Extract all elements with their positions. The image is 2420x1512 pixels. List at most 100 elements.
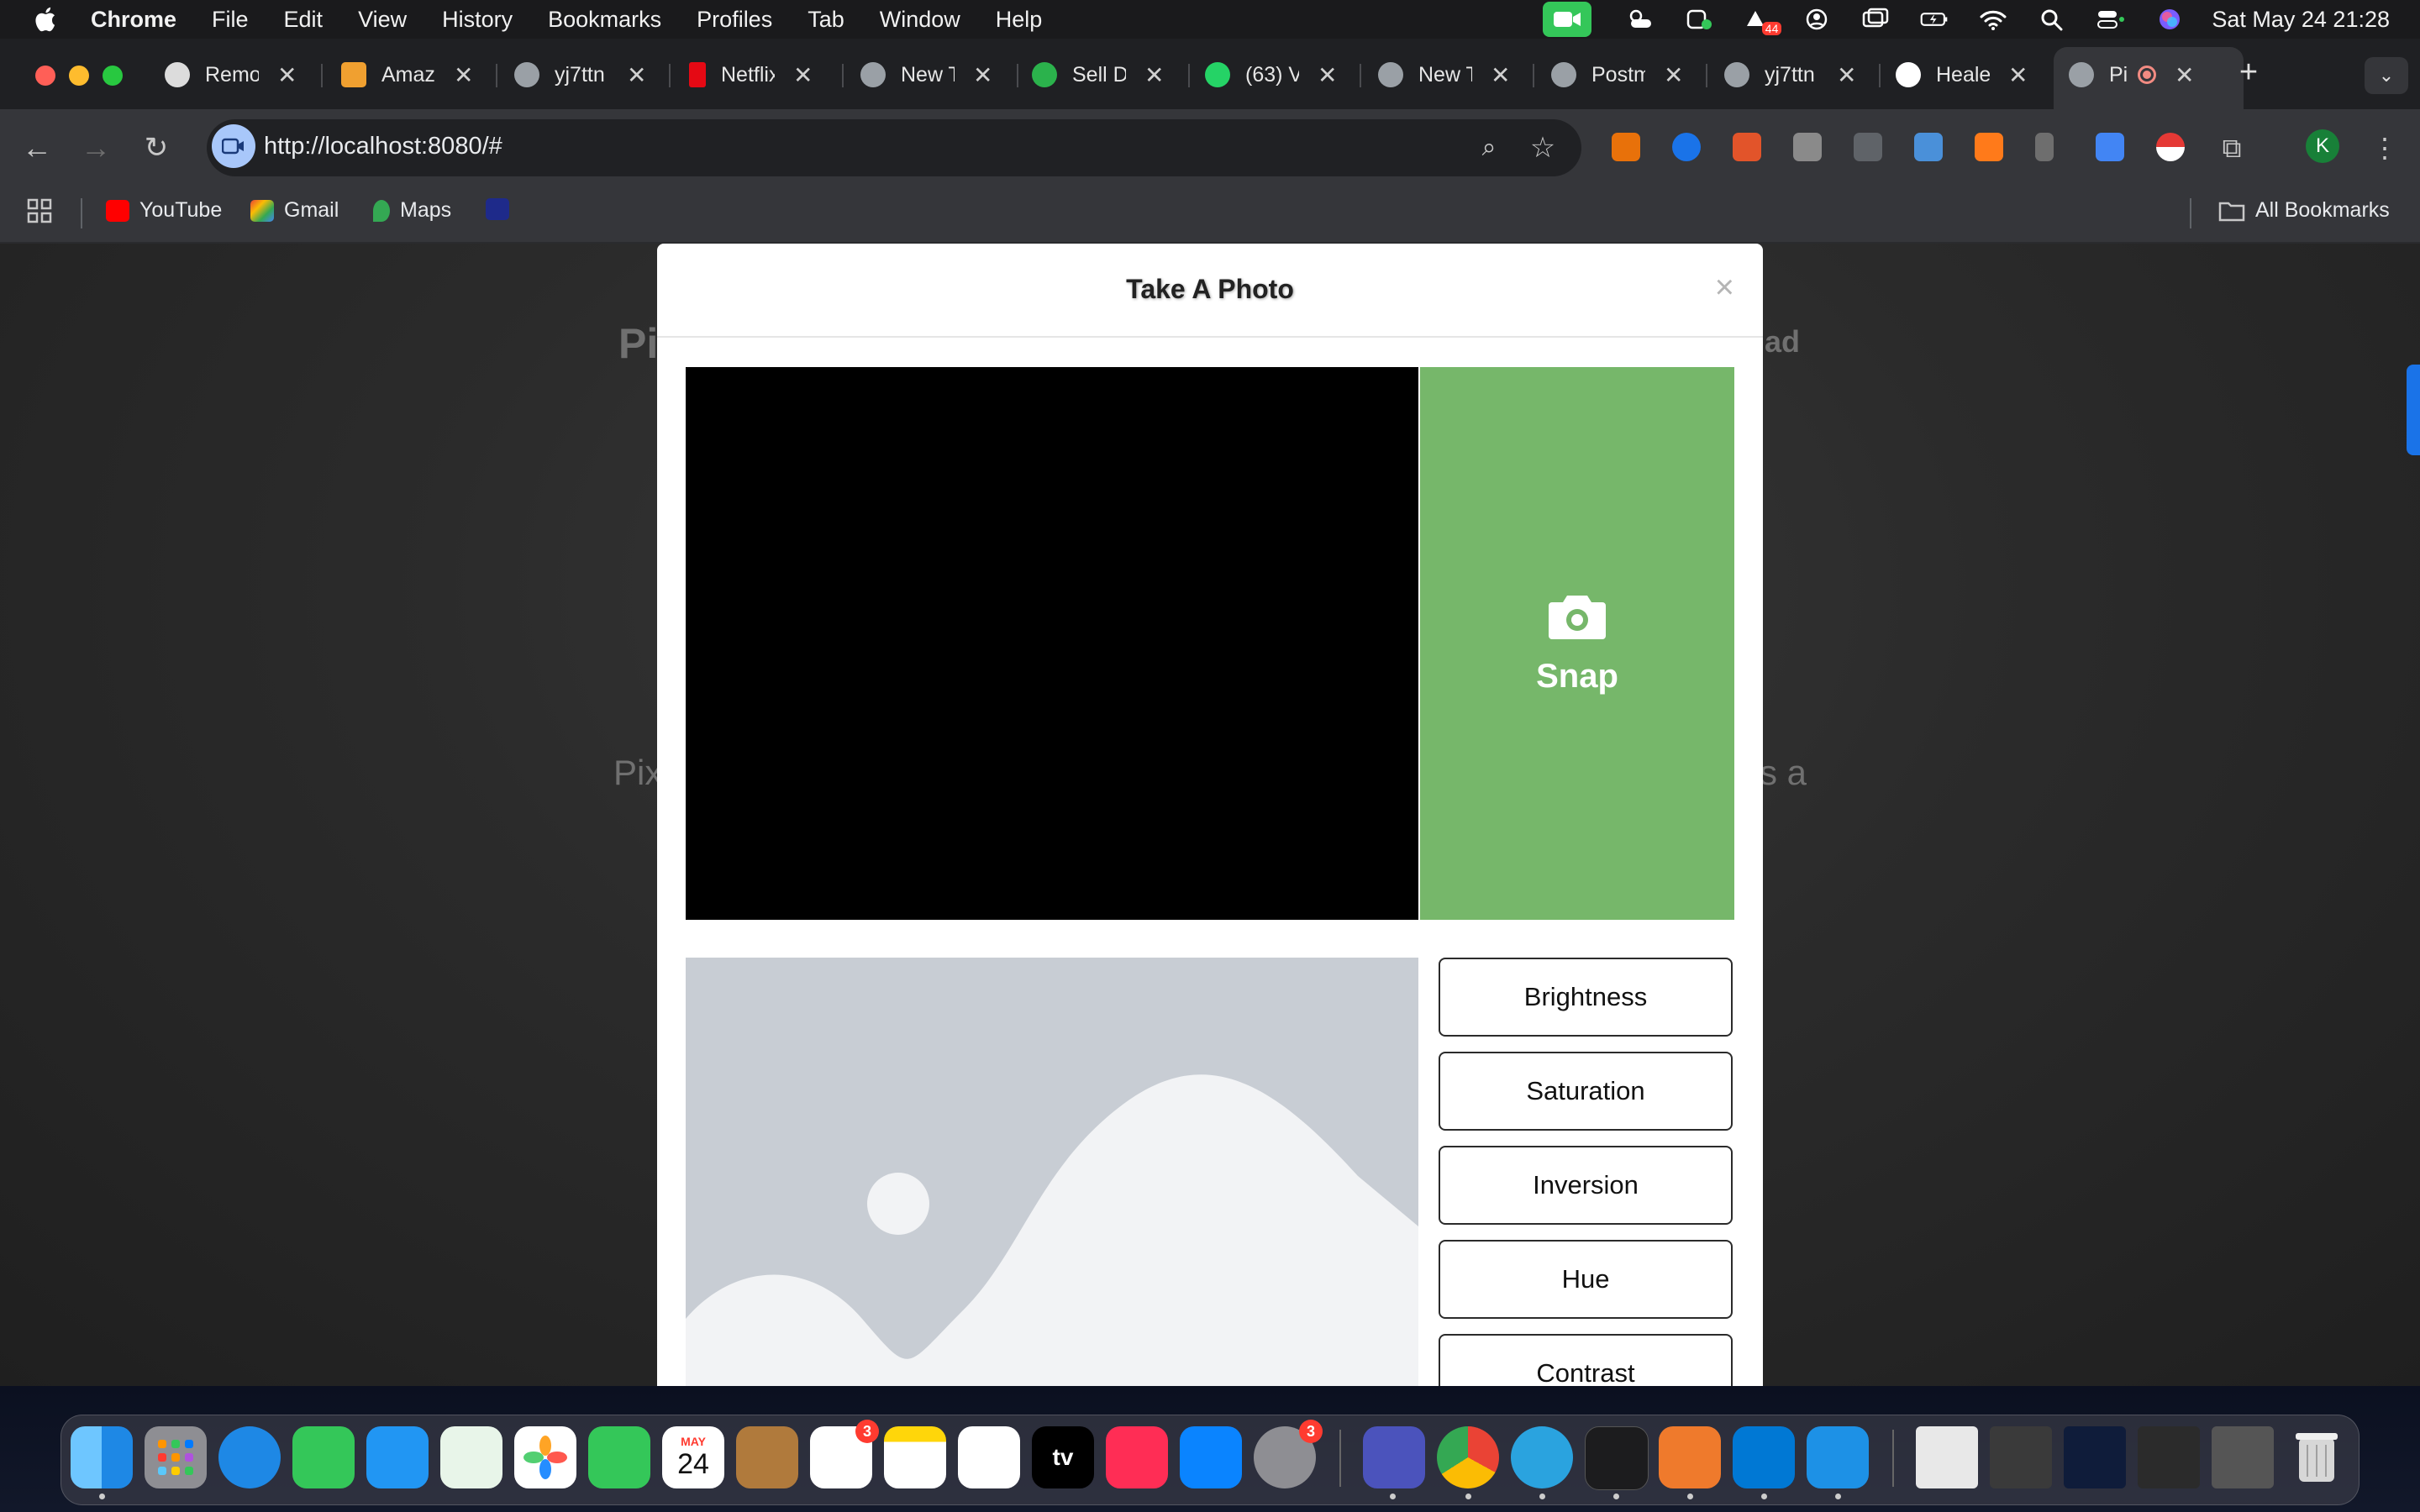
tab-10[interactable]: yj7ttn ✕ [1724,54,1856,96]
maps-icon[interactable] [440,1426,502,1488]
extension-icon[interactable] [1612,133,1640,161]
teams-status-icon[interactable] [1682,7,1716,32]
contrast-button[interactable]: Contrast [1439,1334,1733,1386]
bookmark-youtube[interactable]: YouTube [106,198,222,223]
all-bookmarks-button[interactable]: All Bookmarks [2218,198,2390,223]
menu-file[interactable]: File [212,7,249,33]
close-tab-icon[interactable]: ✕ [1491,61,1510,89]
window-thumbnail-icon[interactable] [1990,1426,2052,1488]
menu-help[interactable]: Help [996,7,1043,33]
camera-in-use-icon[interactable] [212,124,255,168]
bookmark-star-icon[interactable]: ☆ [1526,131,1560,165]
vscode-icon[interactable] [1733,1426,1795,1488]
side-panel-tab[interactable] [2407,365,2420,455]
mail-icon[interactable] [366,1426,429,1488]
chrome-icon[interactable] [1437,1426,1499,1488]
tab-9[interactable]: Postm ✕ [1551,54,1683,96]
user-account-icon[interactable] [1800,7,1833,32]
system-settings-icon[interactable]: 3 [1254,1420,1323,1488]
finder-icon[interactable] [71,1426,133,1488]
tab-5[interactable]: New T ✕ [860,54,992,96]
close-tab-icon[interactable]: ✕ [793,61,813,89]
menu-window[interactable]: Window [880,7,960,33]
zoom-window-button[interactable] [103,66,123,86]
brightness-button[interactable]: Brightness [1439,958,1733,1037]
saturation-button[interactable]: Saturation [1439,1052,1733,1131]
close-tab-icon[interactable]: ✕ [277,61,297,89]
telegram-icon[interactable] [1511,1426,1573,1488]
close-tab-icon[interactable]: ✕ [2175,61,2194,89]
news-icon[interactable] [1106,1426,1168,1488]
menu-history[interactable]: History [442,7,513,33]
docker-icon[interactable] [1807,1426,1869,1488]
tab-3[interactable]: yj7ttn ✕ [514,54,646,96]
battery-status-icon[interactable]: 44 [1741,7,1782,35]
bookmark-maps[interactable]: Maps [373,198,451,223]
launchpad-icon[interactable] [145,1426,207,1488]
new-tab-button[interactable]: + [2232,55,2265,89]
profile-avatar[interactable]: K [2306,129,2339,163]
control-center-icon[interactable] [2094,7,2128,32]
app-store-icon[interactable] [1180,1426,1242,1488]
tab-search-button[interactable]: ⌄ [2365,57,2408,94]
reload-button[interactable]: ↻ [139,131,173,165]
facetime-icon[interactable] [588,1426,650,1488]
menu-tab[interactable]: Tab [808,7,844,33]
tab-11[interactable]: Heale ✕ [1896,54,2028,96]
at-sign-extension-icon[interactable] [1672,133,1701,161]
battery-icon[interactable] [1918,7,1951,32]
tab-6[interactable]: Sell D ✕ [1032,54,1164,96]
extension-icon[interactable] [1975,133,2003,161]
trash-icon[interactable] [2286,1426,2348,1488]
menu-bookmarks[interactable]: Bookmarks [548,7,661,33]
extensions-puzzle-icon[interactable]: ⧉ [2215,131,2249,165]
fullscreen-extension-icon[interactable] [1854,133,1882,161]
menu-view[interactable]: View [358,7,407,33]
chrome-menu-icon[interactable]: ⋮ [2368,131,2402,165]
apple-icon[interactable] [32,5,57,34]
apps-grid-icon[interactable] [27,198,52,223]
screen-mirroring-icon[interactable] [1859,7,1892,32]
window-thumbnail-icon[interactable] [2064,1426,2126,1488]
hue-button[interactable]: Hue [1439,1240,1733,1319]
extension-icon[interactable] [1793,133,1822,161]
window-thumbnail-icon[interactable] [2138,1426,2200,1488]
postman-icon[interactable] [1659,1426,1721,1488]
tab-1[interactable]: Remo ✕ [165,54,297,96]
clock[interactable]: Sat May 24 21:28 [2212,7,2390,33]
close-tab-icon[interactable]: ✕ [454,61,473,89]
contacts-icon[interactable] [736,1426,798,1488]
close-tab-icon[interactable]: ✕ [1837,61,1856,89]
teams-icon[interactable] [1363,1426,1425,1488]
window-thumbnail-icon[interactable] [2212,1426,2274,1488]
tab-2[interactable]: Amaz ✕ [341,54,473,96]
bookmark-gmail[interactable]: Gmail [250,198,339,223]
close-window-button[interactable] [35,66,55,86]
weather-icon[interactable] [1623,7,1657,32]
safari-icon[interactable] [218,1426,281,1488]
url-text[interactable]: http://localhost:8080/# [264,133,502,160]
menu-profiles[interactable]: Profiles [697,7,772,33]
close-tab-icon[interactable]: ✕ [973,61,992,89]
mouse-extension-icon[interactable] [2035,133,2054,161]
fox-extension-icon[interactable] [1733,133,1761,161]
wifi-icon[interactable] [1976,7,2010,32]
close-tab-icon[interactable]: ✕ [627,61,646,89]
close-tab-icon[interactable]: ✕ [1144,61,1164,89]
tab-12-active[interactable]: Pi ✕ [2069,54,2194,96]
menu-app-name[interactable]: Chrome [91,7,176,33]
spotlight-search-icon[interactable] [2035,7,2069,32]
tab-7[interactable]: (63) V ✕ [1205,54,1337,96]
apple-tv-icon[interactable]: tv [1032,1426,1094,1488]
photos-icon[interactable] [514,1426,576,1488]
minimize-window-button[interactable] [69,66,89,86]
video-camera-indicator-icon[interactable] [1543,2,1592,37]
tab-8[interactable]: New T ✕ [1378,54,1510,96]
back-button[interactable]: ← [20,131,54,165]
calendar-icon[interactable]: MAY 24 [662,1426,724,1488]
bookmark-link[interactable] [486,198,519,220]
menu-edit[interactable]: Edit [284,7,324,33]
terminal-icon[interactable] [1585,1426,1649,1490]
siri-icon[interactable] [2153,7,2186,32]
window-thumbnail-icon[interactable] [1916,1426,1978,1488]
